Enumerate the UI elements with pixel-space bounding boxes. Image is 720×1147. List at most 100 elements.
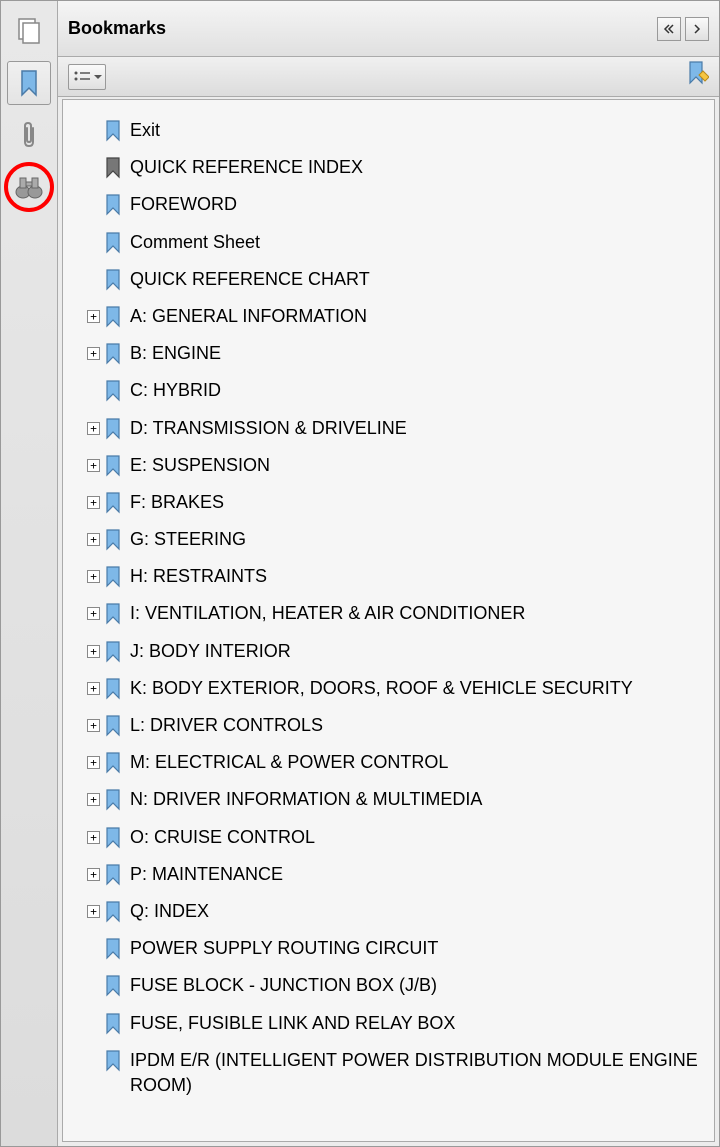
bookmarks-tab[interactable] — [7, 61, 51, 105]
bookmark-label: QUICK REFERENCE INDEX — [130, 155, 708, 180]
expand-toggle[interactable]: + — [87, 645, 100, 658]
bookmark-item[interactable]: + F: BRAKES — [63, 484, 708, 521]
bookmark-label: H: RESTRAINTS — [130, 564, 708, 589]
paperclip-icon — [17, 120, 41, 150]
expand-toggle[interactable]: + — [87, 310, 100, 323]
bookmark-icon — [104, 306, 122, 328]
bookmark-label: L: DRIVER CONTROLS — [130, 713, 708, 738]
bookmark-icon — [104, 418, 122, 440]
bookmark-item[interactable]: IPDM E/R (INTELLIGENT POWER DISTRIBUTION… — [63, 1042, 708, 1104]
bookmarks-tree[interactable]: Exit QUICK REFERENCE INDEX FOREWORD Comm… — [62, 99, 715, 1142]
expand-toggle[interactable]: + — [87, 347, 100, 360]
bookmark-label: A: GENERAL INFORMATION — [130, 304, 708, 329]
expand-toggle[interactable]: + — [87, 570, 100, 583]
bookmark-item[interactable]: + O: CRUISE CONTROL — [63, 819, 708, 856]
options-dropdown[interactable] — [68, 64, 106, 90]
new-bookmark-button[interactable] — [687, 61, 709, 92]
attachments-tab[interactable] — [7, 113, 51, 157]
expand-toggle[interactable]: + — [87, 868, 100, 881]
search-tab[interactable] — [7, 165, 51, 209]
bookmark-item[interactable]: QUICK REFERENCE INDEX — [63, 149, 708, 186]
bookmark-icon — [104, 864, 122, 886]
bookmark-item[interactable]: + N: DRIVER INFORMATION & MULTIMEDIA — [63, 781, 708, 818]
bookmark-label: P: MAINTENANCE — [130, 862, 708, 887]
expand-toggle[interactable]: + — [87, 682, 100, 695]
bookmark-label: FUSE BLOCK - JUNCTION BOX (J/B) — [130, 973, 708, 998]
bookmark-item[interactable]: QUICK REFERENCE CHART — [63, 261, 708, 298]
bookmark-item[interactable]: + L: DRIVER CONTROLS — [63, 707, 708, 744]
bookmark-label: F: BRAKES — [130, 490, 708, 515]
bookmark-icon — [104, 380, 122, 402]
expand-toggle[interactable]: + — [87, 756, 100, 769]
bookmark-label: N: DRIVER INFORMATION & MULTIMEDIA — [130, 787, 708, 812]
expand-toggle[interactable]: + — [87, 719, 100, 732]
nav-next-button[interactable] — [685, 17, 709, 41]
bookmark-label: Q: INDEX — [130, 899, 708, 924]
expand-toggle[interactable]: + — [87, 607, 100, 620]
expand-toggle[interactable]: + — [87, 831, 100, 844]
bookmark-label: FUSE, FUSIBLE LINK AND RELAY BOX — [130, 1011, 708, 1036]
bookmark-item[interactable]: + D: TRANSMISSION & DRIVELINE — [63, 410, 708, 447]
expand-toggle[interactable]: + — [87, 422, 100, 435]
bookmark-icon — [104, 529, 122, 551]
bookmark-item[interactable]: FOREWORD — [63, 186, 708, 223]
expand-toggle[interactable]: + — [87, 905, 100, 918]
bookmark-icon — [104, 1013, 122, 1035]
bookmark-icon — [104, 194, 122, 216]
bookmark-label: IPDM E/R (INTELLIGENT POWER DISTRIBUTION… — [130, 1048, 708, 1098]
bookmark-icon — [104, 901, 122, 923]
bookmark-icon — [104, 157, 122, 179]
bookmark-label: FOREWORD — [130, 192, 708, 217]
bookmark-icon — [104, 603, 122, 625]
bookmark-item[interactable]: + A: GENERAL INFORMATION — [63, 298, 708, 335]
bookmark-label: E: SUSPENSION — [130, 453, 708, 478]
bookmark-item[interactable]: Exit — [63, 112, 708, 149]
bookmarks-panel: Bookmarks — [58, 1, 719, 1146]
right-icon — [692, 23, 702, 35]
pages-tab[interactable] — [7, 9, 51, 53]
bookmark-icon — [104, 232, 122, 254]
bookmark-icon — [104, 789, 122, 811]
bookmark-label: I: VENTILATION, HEATER & AIR CONDITIONER — [130, 601, 708, 626]
expand-toggle[interactable]: + — [87, 533, 100, 546]
bookmark-item[interactable]: + M: ELECTRICAL & POWER CONTROL — [63, 744, 708, 781]
expand-toggle[interactable]: + — [87, 496, 100, 509]
bookmark-icon — [104, 678, 122, 700]
nav-first-button[interactable] — [657, 17, 681, 41]
expand-toggle[interactable]: + — [87, 793, 100, 806]
bookmark-icon — [104, 566, 122, 588]
bookmark-icon — [104, 120, 122, 142]
bookmark-item[interactable]: + E: SUSPENSION — [63, 447, 708, 484]
bookmark-item[interactable]: + P: MAINTENANCE — [63, 856, 708, 893]
pages-icon — [15, 17, 43, 45]
panel-toolbar — [58, 57, 719, 97]
bookmark-label: J: BODY INTERIOR — [130, 639, 708, 664]
left-sidebar — [1, 1, 58, 1146]
bookmark-item[interactable]: + B: ENGINE — [63, 335, 708, 372]
list-options-icon — [72, 68, 102, 86]
bookmark-icon — [104, 343, 122, 365]
bookmark-label: Exit — [130, 118, 708, 143]
bookmark-item[interactable]: C: HYBRID — [63, 372, 708, 409]
bookmark-icon — [104, 975, 122, 997]
bookmark-label: B: ENGINE — [130, 341, 708, 366]
bookmark-item[interactable]: + I: VENTILATION, HEATER & AIR CONDITION… — [63, 595, 708, 632]
bookmark-label: G: STEERING — [130, 527, 708, 552]
new-bookmark-icon — [687, 61, 709, 87]
bookmark-item[interactable]: + H: RESTRAINTS — [63, 558, 708, 595]
bookmark-icon — [104, 938, 122, 960]
bookmark-item[interactable]: Comment Sheet — [63, 224, 708, 261]
bookmark-item[interactable]: FUSE, FUSIBLE LINK AND RELAY BOX — [63, 1005, 708, 1042]
app-container: Bookmarks — [0, 0, 720, 1147]
bookmark-item[interactable]: + G: STEERING — [63, 521, 708, 558]
double-left-icon — [663, 23, 675, 35]
bookmark-label: K: BODY EXTERIOR, DOORS, ROOF & VEHICLE … — [130, 676, 708, 701]
bookmark-item[interactable]: + K: BODY EXTERIOR, DOORS, ROOF & VEHICL… — [63, 670, 708, 707]
bookmark-label: O: CRUISE CONTROL — [130, 825, 708, 850]
bookmark-item[interactable]: POWER SUPPLY ROUTING CIRCUIT — [63, 930, 708, 967]
bookmark-item[interactable]: + Q: INDEX — [63, 893, 708, 930]
bookmark-label: D: TRANSMISSION & DRIVELINE — [130, 416, 708, 441]
expand-toggle[interactable]: + — [87, 459, 100, 472]
bookmark-item[interactable]: FUSE BLOCK - JUNCTION BOX (J/B) — [63, 967, 708, 1004]
bookmark-item[interactable]: + J: BODY INTERIOR — [63, 633, 708, 670]
